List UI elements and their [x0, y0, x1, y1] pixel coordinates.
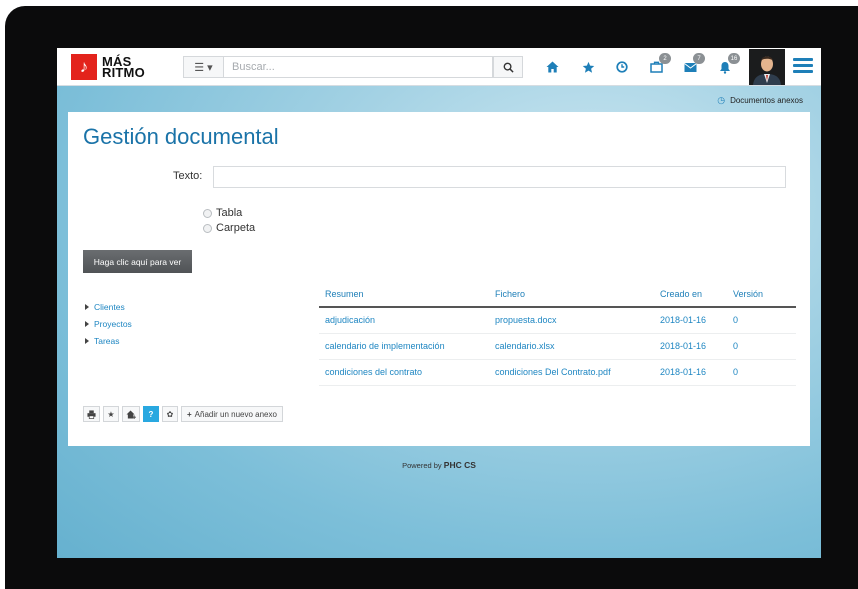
- cell-resumen[interactable]: condiciones del contrato: [319, 359, 489, 386]
- tree-item-tareas[interactable]: Tareas: [85, 332, 132, 349]
- question-icon: ?: [148, 409, 154, 419]
- bell-icon[interactable]: 16: [716, 53, 740, 76]
- settings-button[interactable]: ✿: [162, 406, 178, 422]
- tree-item-proyectos[interactable]: Proyectos: [85, 315, 132, 332]
- help-button[interactable]: ?: [143, 406, 159, 422]
- column-header-creado[interactable]: Creado en: [654, 281, 727, 308]
- documents-table: Resumen Fichero Creado en Versión adjudi…: [319, 281, 796, 386]
- folder-tree: Clientes Proyectos Tareas: [85, 298, 132, 349]
- add-attachment-button[interactable]: + Añadir un nuevo anexo: [181, 406, 283, 422]
- search-button[interactable]: [493, 56, 523, 78]
- radio-circle[interactable]: [203, 208, 212, 218]
- tree-item-clientes[interactable]: Clientes: [85, 298, 132, 315]
- tree-item-label: Tareas: [94, 335, 120, 346]
- table-row[interactable]: condiciones del contrato condiciones Del…: [319, 359, 796, 386]
- column-header-resumen[interactable]: Resumen: [319, 281, 489, 308]
- brand-line2: RITMO: [102, 65, 145, 80]
- star-icon: ★: [107, 409, 115, 419]
- home-add-button[interactable]: [122, 406, 140, 422]
- caret-right-icon: [85, 337, 89, 344]
- search-type-dropdown[interactable]: ☰ ▾: [183, 56, 223, 78]
- footer-prefix: Powered by: [402, 461, 442, 470]
- cell-version: 0: [727, 333, 796, 360]
- search-input[interactable]: [223, 56, 493, 78]
- briefcase-icon[interactable]: 2: [647, 53, 671, 76]
- music-note-icon: ♪: [71, 54, 97, 80]
- brand-name: MÁS RITMO: [102, 55, 145, 80]
- cell-fichero[interactable]: calendario.xlsx: [489, 333, 654, 360]
- table-row[interactable]: calendario de implementación calendario.…: [319, 333, 796, 360]
- brand-logo[interactable]: ♪ MÁS RITMO: [71, 53, 151, 81]
- star-icon[interactable]: [579, 58, 597, 76]
- mail-badge: 7: [693, 53, 705, 64]
- bottom-toolbar: ★ ? ✿ + Añadir un nuevo anexo: [83, 406, 283, 422]
- column-header-version[interactable]: Versión: [727, 281, 796, 308]
- bell-badge: 16: [728, 53, 740, 64]
- cell-creado: 2018-01-16: [654, 359, 727, 386]
- footer-brand: PHC CS: [443, 460, 476, 470]
- cell-resumen[interactable]: calendario de implementación: [319, 333, 489, 360]
- document-panel: Gestión documental Texto: Tabla Carpeta …: [68, 112, 810, 446]
- gear-icon: ✿: [166, 409, 174, 419]
- breadcrumb: ◷ Documentos anexos: [717, 95, 803, 106]
- plus-icon: +: [187, 409, 192, 419]
- column-header-fichero[interactable]: Fichero: [489, 281, 654, 308]
- search-icon: [503, 62, 514, 73]
- radio-carpeta-label: Carpeta: [216, 222, 256, 234]
- favorite-button[interactable]: ★: [103, 406, 119, 422]
- cell-fichero[interactable]: propuesta.docx: [489, 307, 654, 334]
- radio-circle[interactable]: [203, 223, 212, 233]
- clock-icon[interactable]: [613, 58, 631, 76]
- caret-right-icon: [85, 303, 89, 310]
- caret-right-icon: [85, 320, 89, 327]
- cell-creado: 2018-01-16: [654, 307, 727, 334]
- cell-fichero[interactable]: condiciones Del Contrato.pdf: [489, 359, 654, 386]
- user-avatar[interactable]: [749, 49, 785, 85]
- briefcase-badge: 2: [659, 53, 671, 64]
- tree-item-label: Proyectos: [94, 318, 132, 329]
- home-plus-icon: [126, 409, 136, 419]
- home-icon[interactable]: [543, 58, 561, 76]
- cell-creado: 2018-01-16: [654, 333, 727, 360]
- print-icon: [87, 409, 96, 419]
- radio-tabla-label: Tabla: [216, 207, 243, 219]
- print-button[interactable]: [83, 406, 100, 422]
- hamburger-menu-icon[interactable]: [793, 58, 813, 76]
- radio-tabla[interactable]: Tabla: [203, 207, 242, 219]
- add-attachment-label: Añadir un nuevo anexo: [194, 409, 277, 419]
- table-header-row: Resumen Fichero Creado en Versión: [319, 281, 796, 308]
- page-title: Gestión documental: [83, 124, 279, 149]
- mail-icon[interactable]: 7: [681, 53, 705, 76]
- table-row[interactable]: adjudicación propuesta.docx 2018-01-16 0: [319, 307, 796, 334]
- texto-label: Texto:: [173, 170, 203, 182]
- view-button[interactable]: Haga clic aquí para ver: [83, 250, 192, 273]
- footer: Powered by PHC CS: [57, 460, 821, 470]
- radio-carpeta[interactable]: Carpeta: [203, 222, 255, 234]
- cell-resumen[interactable]: adjudicación: [319, 307, 489, 334]
- clock-icon: ◷: [717, 95, 726, 105]
- texto-input[interactable]: [213, 166, 786, 188]
- tree-item-label: Clientes: [94, 301, 125, 312]
- breadcrumb-label[interactable]: Documentos anexos: [730, 96, 803, 105]
- top-navbar: ♪ MÁS RITMO ☰ ▾ 2 7: [57, 48, 821, 86]
- cell-version: 0: [727, 359, 796, 386]
- cell-version: 0: [727, 307, 796, 334]
- list-icon: ☰ ▾: [194, 61, 213, 74]
- app-screen: ♪ MÁS RITMO ☰ ▾ 2 7: [57, 48, 821, 558]
